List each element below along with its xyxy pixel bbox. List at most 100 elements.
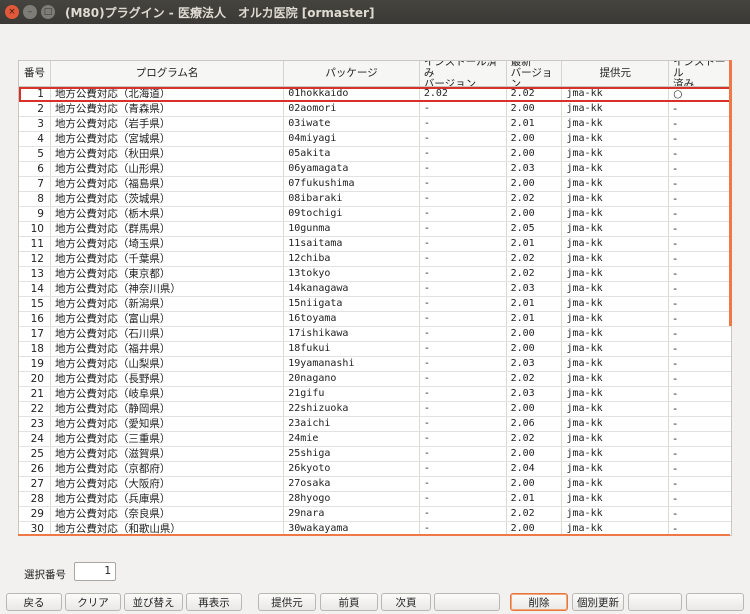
- header-program-name[interactable]: プログラム名: [51, 61, 285, 86]
- table-row[interactable]: 7 地方公費対応（福島県） 07fukushima -2.00 jma-kk -: [19, 177, 731, 192]
- table-row[interactable]: 19 地方公費対応（山梨県） 19yamanashi -2.03 jma-kk -: [19, 357, 731, 372]
- table-row[interactable]: 13 地方公費対応（東京都） 13tokyo -2.02 jma-kk -: [19, 267, 731, 282]
- provider: jma-kk: [562, 387, 670, 401]
- package-name: 10gunma: [284, 222, 420, 236]
- back-button[interactable]: 戻る: [6, 593, 62, 611]
- latest-version: 2.01: [507, 312, 563, 326]
- table-row[interactable]: 16 地方公費対応（富山県） 16toyama -2.01 jma-kk -: [19, 312, 731, 327]
- package-name: 26kyoto: [284, 462, 420, 476]
- table-row[interactable]: 25 地方公費対応（滋賀県） 25shiga -2.00 jma-kk -: [19, 447, 731, 462]
- clear-button[interactable]: クリア: [65, 593, 121, 611]
- latest-version: 2.02: [507, 372, 563, 386]
- program-name: 地方公費対応（新潟県）: [51, 297, 285, 311]
- program-name: 地方公費対応（奈良県）: [51, 507, 285, 521]
- provider: jma-kk: [562, 102, 670, 116]
- empty-button-11[interactable]: [628, 593, 682, 611]
- header-installed[interactable]: インストール 済み: [669, 61, 731, 86]
- table-row[interactable]: 26 地方公費対応（京都府） 26kyoto -2.04 jma-kk -: [19, 462, 731, 477]
- header-provider[interactable]: 提供元: [562, 61, 670, 86]
- latest-version: 2.02: [507, 432, 563, 446]
- latest-version: 2.00: [507, 147, 563, 161]
- table-row[interactable]: 10 地方公費対応（群馬県） 10gunma -2.05 jma-kk -: [19, 222, 731, 237]
- latest-version: 2.00: [507, 342, 563, 356]
- vertical-scrollbar[interactable]: [729, 60, 732, 326]
- next-page-button[interactable]: 次頁: [381, 593, 431, 611]
- table-row[interactable]: 20 地方公費対応（長野県） 20nagano -2.02 jma-kk -: [19, 372, 731, 387]
- row-number: 29: [19, 507, 51, 521]
- program-name: 地方公費対応（福島県）: [51, 177, 285, 191]
- delete-button[interactable]: 削除: [510, 593, 568, 611]
- package-name: 23aichi: [284, 417, 420, 431]
- selection-number-label: 選択番号: [24, 569, 66, 581]
- package-name: 14kanagawa: [284, 282, 420, 296]
- latest-version: 2.01: [507, 297, 563, 311]
- installed-version: -: [420, 297, 507, 311]
- maximize-icon[interactable]: □: [41, 5, 55, 19]
- program-name: 地方公費対応（兵庫県）: [51, 492, 285, 506]
- empty-button-12[interactable]: [686, 593, 744, 611]
- package-name: 13tokyo: [284, 267, 420, 281]
- table-row[interactable]: 5 地方公費対応（秋田県） 05akita -2.00 jma-kk -: [19, 147, 731, 162]
- provider: jma-kk: [562, 162, 670, 176]
- horizontal-scrollbar[interactable]: [18, 534, 730, 536]
- provider: jma-kk: [562, 477, 670, 491]
- row-number: 19: [19, 357, 51, 371]
- table-row[interactable]: 29 地方公費対応（奈良県） 29nara -2.02 jma-kk -: [19, 507, 731, 522]
- row-number: 15: [19, 297, 51, 311]
- table-row[interactable]: 24 地方公費対応（三重県） 24mie -2.02 jma-kk -: [19, 432, 731, 447]
- sort-button[interactable]: 並び替え: [124, 593, 183, 611]
- table-row[interactable]: 21 地方公費対応（岐阜県） 21gifu -2.03 jma-kk -: [19, 387, 731, 402]
- table-row[interactable]: 18 地方公費対応（福井県） 18fukui -2.00 jma-kk -: [19, 342, 731, 357]
- latest-version: 2.00: [507, 327, 563, 341]
- row-number: 23: [19, 417, 51, 431]
- row-number: 13: [19, 267, 51, 281]
- plugin-table: 番号 プログラム名 パッケージ インストール済み バージョン 最新 バージョン 提供元 イン…: [18, 60, 732, 536]
- table-row[interactable]: 12 地方公費対応（千葉県） 12chiba -2.02 jma-kk -: [19, 252, 731, 267]
- table-row[interactable]: 27 地方公費対応（大阪府） 27osaka -2.00 jma-kk -: [19, 477, 731, 492]
- installed-flag: -: [673, 148, 677, 160]
- installed-version: -: [420, 327, 507, 341]
- table-row[interactable]: 8 地方公費対応（茨城県） 08ibaraki -2.02 jma-kk -: [19, 192, 731, 207]
- table-row[interactable]: 28 地方公費対応（兵庫県） 28hyogo -2.01 jma-kk -: [19, 492, 731, 507]
- package-name: 21gifu: [284, 387, 420, 401]
- table-row[interactable]: 3 地方公費対応（岩手県） 03iwate -2.01 jma-kk -: [19, 117, 731, 132]
- redisplay-button[interactable]: 再表示: [186, 593, 242, 611]
- table-row[interactable]: 15 地方公費対応（新潟県） 15niigata -2.01 jma-kk -: [19, 297, 731, 312]
- provider: jma-kk: [562, 177, 670, 191]
- provider-button[interactable]: 提供元: [258, 593, 316, 611]
- header-installed-version[interactable]: インストール済み バージョン: [420, 61, 507, 86]
- latest-version: 2.01: [507, 117, 563, 131]
- installed-flag: -: [673, 313, 677, 325]
- table-row[interactable]: 1 地方公費対応（北海道） 01hokkaido 2.02 2.02 jma-kk ○: [19, 87, 731, 102]
- latest-version: 2.00: [507, 102, 563, 116]
- latest-version: 2.04: [507, 462, 563, 476]
- table-row[interactable]: 4 地方公費対応（宮城県） 04miyagi -2.00 jma-kk -: [19, 132, 731, 147]
- table-row[interactable]: 2 地方公費対応（青森県） 02aomori -2.00 jma-kk -: [19, 102, 731, 117]
- table-row[interactable]: 22 地方公費対応（静岡県） 22shizuoka -2.00 jma-kk -: [19, 402, 731, 417]
- table-header: 番号 プログラム名 パッケージ インストール済み バージョン 最新 バージョン 提供元 イン…: [19, 61, 731, 87]
- prev-page-button[interactable]: 前頁: [320, 593, 378, 611]
- close-icon[interactable]: ×: [5, 5, 19, 19]
- table-row[interactable]: 14 地方公費対応（神奈川県） 14kanagawa -2.03 jma-kk -: [19, 282, 731, 297]
- header-latest-version[interactable]: 最新 バージョン: [507, 61, 563, 86]
- table-row[interactable]: 9 地方公費対応（栃木県） 09tochigi -2.00 jma-kk -: [19, 207, 731, 222]
- empty-button-8[interactable]: [434, 593, 500, 611]
- table-row[interactable]: 6 地方公費対応（山形県） 06yamagata -2.03 jma-kk -: [19, 162, 731, 177]
- package-name: 01hokkaido: [284, 87, 420, 101]
- row-number: 28: [19, 492, 51, 506]
- latest-version: 2.02: [507, 252, 563, 266]
- installed-flag: -: [673, 193, 677, 205]
- installed-flag: -: [673, 178, 677, 190]
- individual-update-button[interactable]: 個別更新: [572, 593, 624, 611]
- table-row[interactable]: 11 地方公費対応（埼玉県） 11saitama -2.01 jma-kk -: [19, 237, 731, 252]
- minimize-icon[interactable]: –: [23, 5, 37, 19]
- header-package[interactable]: パッケージ: [284, 61, 420, 86]
- provider: jma-kk: [562, 132, 670, 146]
- row-number: 26: [19, 462, 51, 476]
- selection-number-input[interactable]: 1: [74, 562, 116, 581]
- table-row[interactable]: 23 地方公費対応（愛知県） 23aichi -2.06 jma-kk -: [19, 417, 731, 432]
- table-row[interactable]: 17 地方公費対応（石川県） 17ishikawa -2.00 jma-kk -: [19, 327, 731, 342]
- provider: jma-kk: [562, 327, 670, 341]
- package-name: 09tochigi: [284, 207, 420, 221]
- header-number[interactable]: 番号: [19, 61, 51, 86]
